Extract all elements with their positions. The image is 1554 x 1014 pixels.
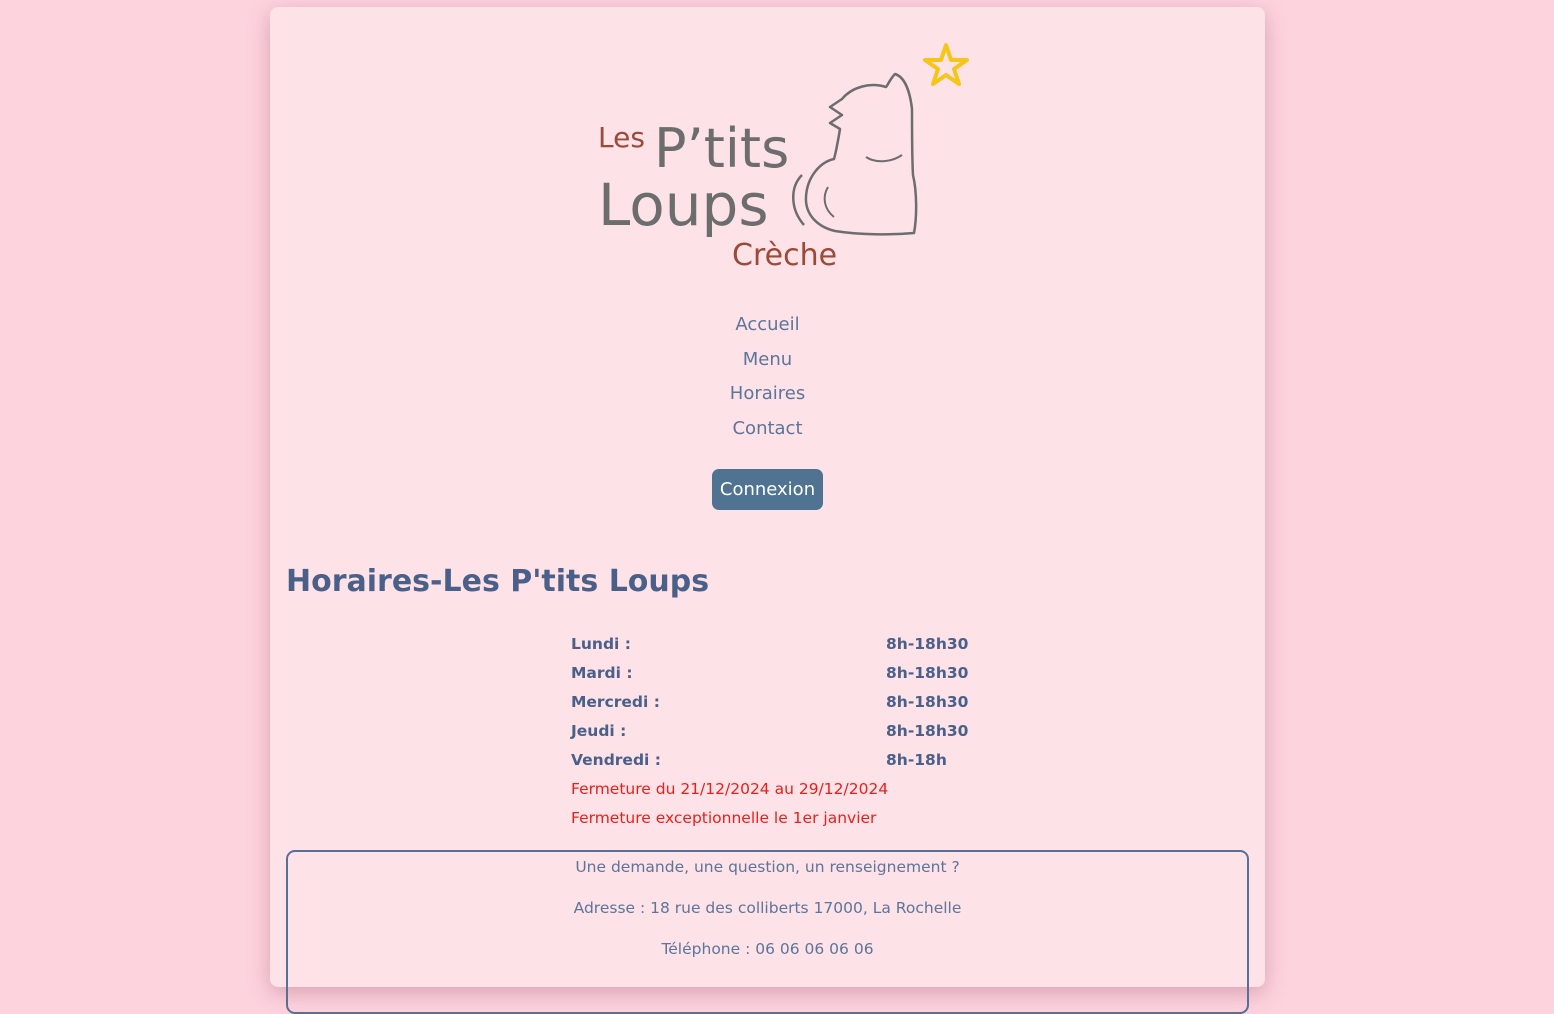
hours-value: 8h-18h30	[886, 722, 969, 740]
login-button[interactable]: Connexion	[712, 469, 823, 510]
closure-notice: Fermeture exceptionnelle le 1er janvier	[571, 809, 877, 827]
day-label: Jeudi :	[571, 722, 627, 740]
hours-value: 8h-18h30	[886, 664, 969, 682]
hours-value: 8h-18h30	[886, 693, 969, 711]
svg-text:Crèche: Crèche	[732, 238, 837, 273]
schedule-row-mercredi: Mercredi : 8h-18h30	[571, 691, 968, 720]
main-card: Les P’tits Loups Crèche Accueil Menu Hor…	[270, 7, 1265, 1014]
hours-value: 8h-18h30	[886, 635, 969, 653]
contact-question: Une demande, une question, un renseignem…	[575, 858, 960, 876]
hours-value: 8h-18h	[886, 751, 947, 769]
day-label: Lundi :	[571, 635, 631, 653]
nav-contact[interactable]: Contact	[270, 416, 1265, 451]
svg-text:Loups: Loups	[598, 171, 769, 239]
logo[interactable]: Les P’tits Loups Crèche	[590, 37, 970, 277]
svg-text:Les: Les	[598, 121, 645, 154]
contact-phone: Téléphone : 06 06 06 06 06	[661, 940, 874, 958]
schedule-table: Lundi : 8h-18h30 Mardi : 8h-18h30 Mercre…	[571, 633, 968, 836]
main-nav: Accueil Menu Horaires Contact	[270, 312, 1265, 451]
wolf-icon	[804, 72, 918, 236]
day-label: Mercredi :	[571, 693, 660, 711]
day-label: Vendredi :	[571, 751, 661, 769]
day-label: Mardi :	[571, 664, 633, 682]
nav-menu[interactable]: Menu	[270, 347, 1265, 382]
schedule-row-mardi: Mardi : 8h-18h30	[571, 662, 968, 691]
contact-box: Une demande, une question, un renseignem…	[286, 850, 1249, 1014]
nav-accueil[interactable]: Accueil	[270, 312, 1265, 347]
nav-horaires[interactable]: Horaires	[270, 381, 1265, 416]
closure-notice: Fermeture du 21/12/2024 au 29/12/2024	[571, 780, 889, 798]
page-title: Horaires-Les P'tits Loups	[286, 564, 710, 599]
star-icon	[923, 43, 969, 86]
schedule-row-vendredi: Vendredi : 8h-18h	[571, 749, 947, 778]
contact-address: Adresse : 18 rue des colliberts 17000, L…	[573, 899, 962, 917]
schedule-row-jeudi: Jeudi : 8h-18h30	[571, 720, 968, 749]
schedule-row-lundi: Lundi : 8h-18h30	[571, 633, 968, 662]
